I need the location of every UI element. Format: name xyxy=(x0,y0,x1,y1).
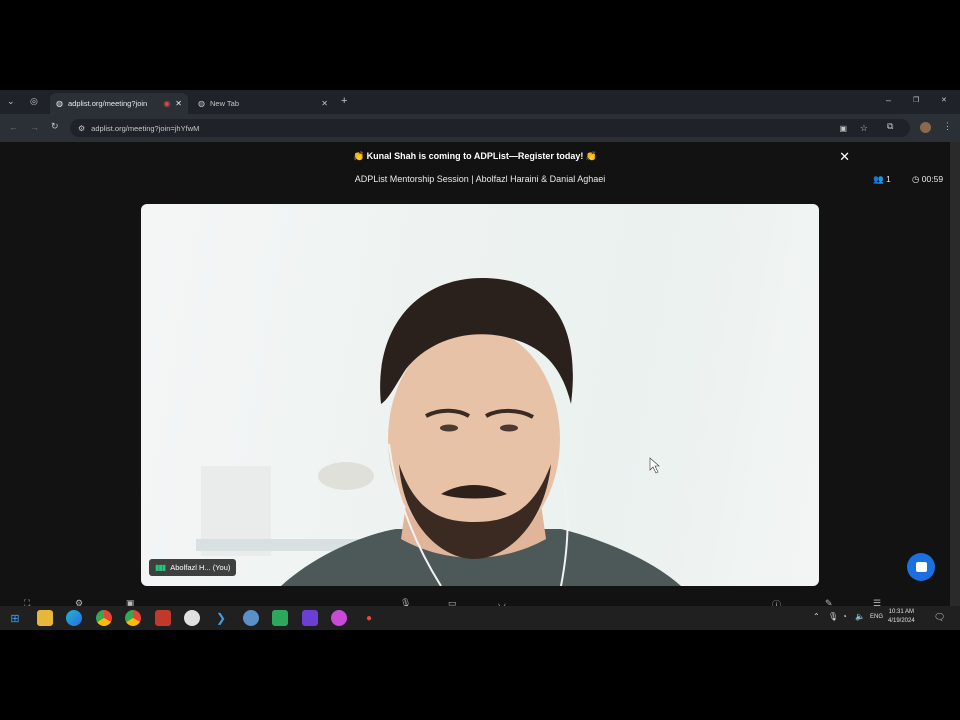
tray-mic-icon[interactable]: 🎙 xyxy=(828,612,838,621)
chat-button[interactable] xyxy=(907,553,935,581)
close-window-button[interactable]: ✕ xyxy=(941,97,947,104)
participant-name-tag: ▮▮▮ Abolfazl H... (You) xyxy=(149,559,237,576)
menu-kebab-icon[interactable]: ⋮ xyxy=(943,122,952,131)
session-title: ADPList Mentorship Session | Abolfazl Ha… xyxy=(354,174,606,184)
extensions-icon[interactable]: ⧉ xyxy=(887,122,893,131)
new-tab-button[interactable]: + xyxy=(341,96,347,107)
background-object xyxy=(318,462,374,490)
input-language[interactable]: ENG xyxy=(870,614,883,620)
minimize-button[interactable]: – xyxy=(886,96,891,105)
tray-volume-icon[interactable]: 🔈 xyxy=(855,612,865,621)
chat-bubble-icon xyxy=(915,562,927,572)
timer-value: 00:59 xyxy=(921,174,944,184)
chrome-profile-icon[interactable] xyxy=(125,610,141,626)
speaking-indicator-icon: ▮▮▮ xyxy=(155,563,166,572)
participant-counter[interactable]: 👥 1 xyxy=(873,174,891,185)
windows-taskbar: ⊞ ❯ ● ⌃ 🎙 ◔ 🔈 ENG 10:31 AM 4/19/2024 🗨 xyxy=(0,606,960,630)
tab-new-tab-label: New Tab xyxy=(209,99,240,108)
app-icon[interactable] xyxy=(272,610,288,626)
clock-icon: ◷ xyxy=(912,174,920,184)
profile-avatar[interactable] xyxy=(920,122,931,133)
participant-count: 1 xyxy=(885,174,891,184)
session-timer: ◷ 00:59 xyxy=(912,174,943,185)
tab-meeting-label: adplist.org/meeting?join xyxy=(67,99,148,108)
app-icon[interactable] xyxy=(155,610,171,626)
people-icon: 👥 xyxy=(873,174,884,184)
browser-toolbar: ← → ↻ ⚙ adplist.org/meeting?join=jhYfwM … xyxy=(0,114,960,142)
extension-shield-icon[interactable]: ◎ xyxy=(30,97,38,106)
page-scrollbar[interactable] xyxy=(950,142,960,606)
back-icon[interactable]: ← xyxy=(9,123,18,132)
browser-tab-bar: ⌄ ◎ ◍ adplist.org/meeting?join ◉ ✕ ◍ New… xyxy=(0,90,960,114)
tab-new-tab[interactable]: ◍ New Tab ✕ xyxy=(192,93,334,114)
tab-search-icon[interactable]: ⌄ xyxy=(7,97,15,106)
meeting-page: 👏 Kunal Shah is coming to ADPList—Regist… xyxy=(0,142,950,610)
recording-icon: ◉ xyxy=(163,99,171,108)
tray-chevron-icon[interactable]: ⌃ xyxy=(813,612,820,621)
app-icon[interactable]: ● xyxy=(361,610,377,626)
app-icon[interactable] xyxy=(243,610,259,626)
edge-icon[interactable] xyxy=(66,610,82,626)
mouse-cursor-icon xyxy=(649,457,660,474)
banner-close-icon[interactable]: ✕ xyxy=(839,149,850,165)
app-icon[interactable] xyxy=(331,610,347,626)
promo-banner-text: 👏 Kunal Shah is coming to ADPList—Regist… xyxy=(352,150,598,161)
forward-icon[interactable]: → xyxy=(30,123,39,132)
person-left-eye xyxy=(440,424,458,432)
clock-time: 10:31 AM xyxy=(888,609,915,615)
tab-close-icon[interactable]: ✕ xyxy=(175,99,182,108)
bookmark-star-icon[interactable]: ☆ xyxy=(860,123,868,134)
site-info-icon[interactable]: ⚙ xyxy=(78,124,85,133)
system-clock[interactable]: 10:31 AM 4/19/2024 xyxy=(888,608,915,626)
app-icon[interactable] xyxy=(184,610,200,626)
clock-date: 4/19/2024 xyxy=(888,618,915,624)
person-right-eye xyxy=(500,424,518,432)
camera-feed xyxy=(196,277,681,586)
chrome-icon[interactable] xyxy=(96,610,112,626)
reload-icon[interactable]: ↻ xyxy=(51,122,59,131)
vscode-icon[interactable]: ❯ xyxy=(213,610,229,626)
video-tile: ▮▮▮ Abolfazl H... (You) xyxy=(141,204,819,586)
tray-network-icon[interactable]: ◔ xyxy=(842,612,847,621)
promo-banner[interactable]: 👏 Kunal Shah is coming to ADPList—Regist… xyxy=(0,142,950,170)
address-bar[interactable]: ⚙ adplist.org/meeting?join=jhYfwM ▣ ☆ xyxy=(70,119,910,137)
notifications-icon[interactable]: 🗨 xyxy=(934,612,945,623)
file-explorer-icon[interactable] xyxy=(37,610,53,626)
chrome-tab-icon: ◍ xyxy=(198,99,205,108)
camera-in-use-icon[interactable]: ▣ xyxy=(839,124,847,133)
participant-name: Abolfazl H... (You) xyxy=(170,563,231,572)
windows-start-icon[interactable]: ⊞ xyxy=(7,610,23,626)
tab-meeting[interactable]: ◍ adplist.org/meeting?join ◉ ✕ xyxy=(50,93,188,114)
maximize-button[interactable]: ❐ xyxy=(913,97,919,104)
tab-close-icon[interactable]: ✕ xyxy=(321,99,328,108)
url-text: adplist.org/meeting?join=jhYfwM xyxy=(91,123,200,133)
globe-icon: ◍ xyxy=(56,99,63,108)
vpn-shield-icon[interactable] xyxy=(302,610,318,626)
